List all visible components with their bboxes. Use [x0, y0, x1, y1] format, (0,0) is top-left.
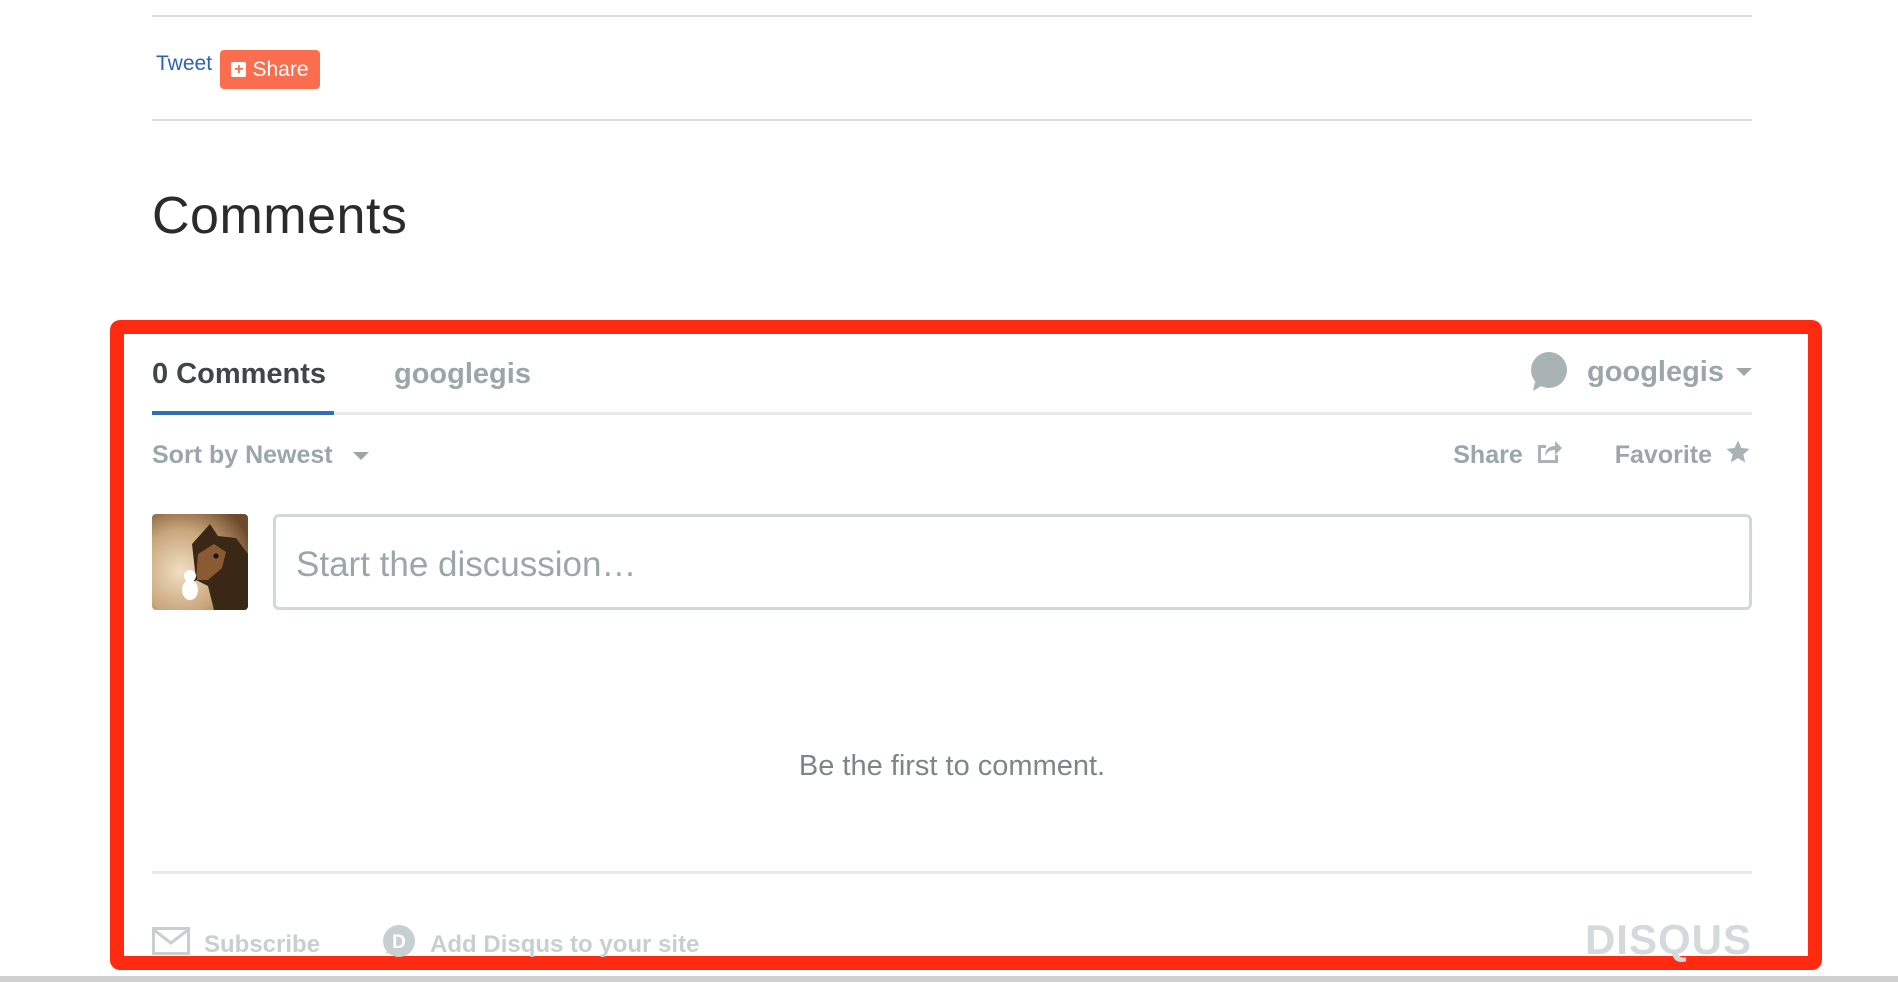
- page-section-title: Comments: [152, 187, 408, 245]
- window-bottom-edge: [0, 976, 1898, 982]
- disqus-d-icon: D: [382, 924, 416, 965]
- user-menu[interactable]: googlegis: [1529, 352, 1752, 392]
- plus-icon: +: [231, 62, 247, 78]
- sort-dropdown[interactable]: Sort by Newest: [152, 441, 369, 470]
- active-tab-indicator: [152, 411, 334, 415]
- favorite-button[interactable]: Favorite: [1615, 438, 1752, 473]
- tab-comments[interactable]: 0 Comments: [152, 358, 326, 391]
- disqus-footer: Subscribe D Add Disqus to your site: [152, 924, 699, 965]
- chevron-down-icon: [1736, 368, 1752, 376]
- thread-actions: Share Favorite: [1453, 438, 1752, 473]
- disqus-logo[interactable]: DISQUS: [1585, 916, 1752, 964]
- favorite-label: Favorite: [1614, 441, 1712, 469]
- star-icon: [1724, 438, 1752, 473]
- top-divider: [152, 15, 1752, 17]
- add-disqus-label: Add Disqus to your site: [430, 930, 700, 958]
- sort-label: Sort by Newest: [152, 441, 333, 469]
- share-button[interactable]: + Share: [220, 50, 320, 89]
- comment-input[interactable]: Start the discussion…: [273, 514, 1752, 610]
- subscribe-label: Subscribe: [204, 930, 321, 958]
- chevron-down-icon: [352, 451, 369, 460]
- share-button-label: Share: [252, 57, 309, 81]
- tab-forum[interactable]: googlegis: [394, 358, 531, 391]
- share-icon: [1535, 439, 1563, 472]
- share-divider: [152, 119, 1752, 121]
- share-thread-button[interactable]: Share: [1453, 439, 1562, 472]
- notification-bubble-icon[interactable]: [1529, 352, 1569, 392]
- add-disqus-link[interactable]: D Add Disqus to your site: [382, 924, 699, 965]
- empty-state-message: Be the first to comment.: [798, 750, 1106, 782]
- subscribe-link[interactable]: Subscribe: [152, 927, 320, 962]
- share-thread-label: Share: [1453, 441, 1523, 469]
- user-menu-name: googlegis: [1587, 355, 1724, 388]
- avatar[interactable]: [152, 514, 248, 610]
- envelope-icon: [152, 927, 190, 962]
- tweet-link[interactable]: Tweet: [156, 52, 212, 76]
- footer-divider: [152, 871, 1752, 874]
- svg-text:D: D: [392, 932, 406, 953]
- tab-separator: [152, 412, 1752, 415]
